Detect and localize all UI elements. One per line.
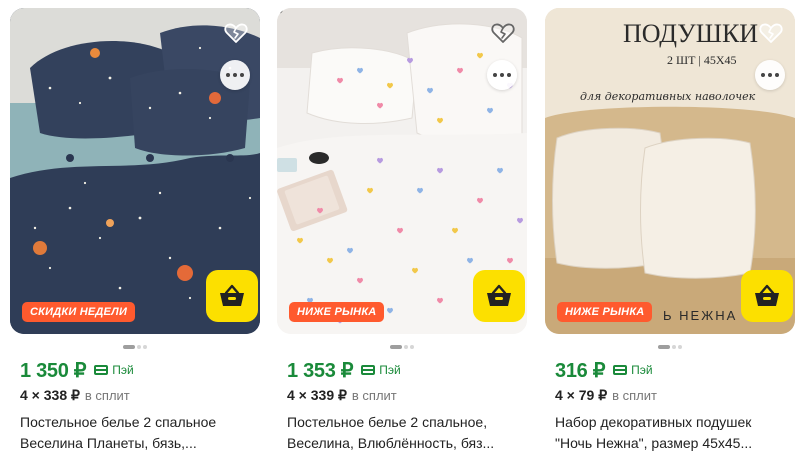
split-row: 4 × 79 ₽ в сплит [555, 385, 657, 405]
image-script-text: для декоративных наволочек [580, 90, 756, 103]
product-title[interactable]: Постельное белье 2 спальное, Веселина, В… [287, 412, 527, 454]
promo-badge: НИЖЕ РЫНКА [289, 302, 385, 322]
product-image-2[interactable]: НИЖЕ РЫНКА [277, 8, 527, 334]
split-price: 4 × 79 ₽ [555, 386, 608, 403]
pay-tag: Пэй [94, 363, 134, 377]
favorite-heart-icon[interactable] [491, 22, 515, 44]
split-label: в сплит [351, 387, 397, 403]
basket-icon [487, 284, 511, 306]
pay-label: Пэй [379, 363, 401, 377]
product-card-2[interactable]: НИЖЕ РЫНКА 1 353 ₽ Пэй 4 × 339 ₽ в сплит… [277, 8, 527, 455]
product-image-1[interactable]: СКИДКИ НЕДЕЛИ [10, 8, 260, 334]
promo-badge: НИЖЕ РЫНКА [557, 302, 653, 322]
image-pagination [10, 345, 260, 349]
card-pay-icon [361, 365, 376, 375]
split-price: 4 × 338 ₽ [20, 386, 80, 403]
add-to-cart-button[interactable] [473, 270, 525, 322]
image-pagination [277, 345, 527, 349]
price-row: 316 ₽ Пэй [555, 357, 653, 383]
price: 1 353 ₽ [287, 359, 354, 382]
add-to-cart-button[interactable] [206, 270, 258, 322]
price-row: 1 350 ₽ Пэй [20, 357, 134, 383]
image-bottom-text: Ь НЕЖНА [663, 308, 737, 323]
more-options-icon[interactable] [487, 60, 517, 90]
split-price: 4 × 339 ₽ [287, 386, 347, 403]
price: 1 350 ₽ [20, 359, 87, 382]
basket-icon [220, 284, 244, 306]
pay-tag: Пэй [361, 363, 401, 377]
more-options-icon[interactable] [755, 60, 785, 90]
split-row: 4 × 338 ₽ в сплит [20, 385, 130, 405]
favorite-heart-icon[interactable] [759, 22, 783, 44]
pay-label: Пэй [112, 363, 134, 377]
split-row: 4 × 339 ₽ в сплит [287, 385, 397, 405]
image-pagination [545, 345, 795, 349]
product-title[interactable]: Набор декоративных подушек "Ночь Нежна",… [555, 412, 795, 454]
basket-icon [755, 284, 779, 306]
more-options-icon[interactable] [220, 60, 250, 90]
image-subheading: 2 ШТ | 45Х45 [667, 53, 737, 67]
price: 316 ₽ [555, 359, 606, 382]
product-card-3[interactable]: ПОДУШКИ 2 ШТ | 45Х45 для декоративных на… [545, 8, 795, 455]
pay-label: Пэй [631, 363, 653, 377]
card-pay-icon [613, 365, 628, 375]
product-image-3[interactable]: ПОДУШКИ 2 ШТ | 45Х45 для декоративных на… [545, 8, 795, 334]
add-to-cart-button[interactable] [741, 270, 793, 322]
split-label: в сплит [612, 387, 657, 403]
product-card-1[interactable]: СКИДКИ НЕДЕЛИ 1 350 ₽ Пэй 4 × 338 ₽ в сп… [10, 8, 260, 455]
split-label: в сплит [84, 387, 130, 403]
promo-badge: СКИДКИ НЕДЕЛИ [22, 302, 136, 322]
price-row: 1 353 ₽ Пэй [287, 357, 401, 383]
product-title[interactable]: Постельное белье 2 спальное Веселина Пла… [20, 412, 260, 454]
image-heading: ПОДУШКИ [623, 19, 758, 48]
favorite-heart-icon[interactable] [224, 22, 248, 44]
card-pay-icon [94, 365, 109, 375]
pay-tag: Пэй [613, 363, 653, 377]
